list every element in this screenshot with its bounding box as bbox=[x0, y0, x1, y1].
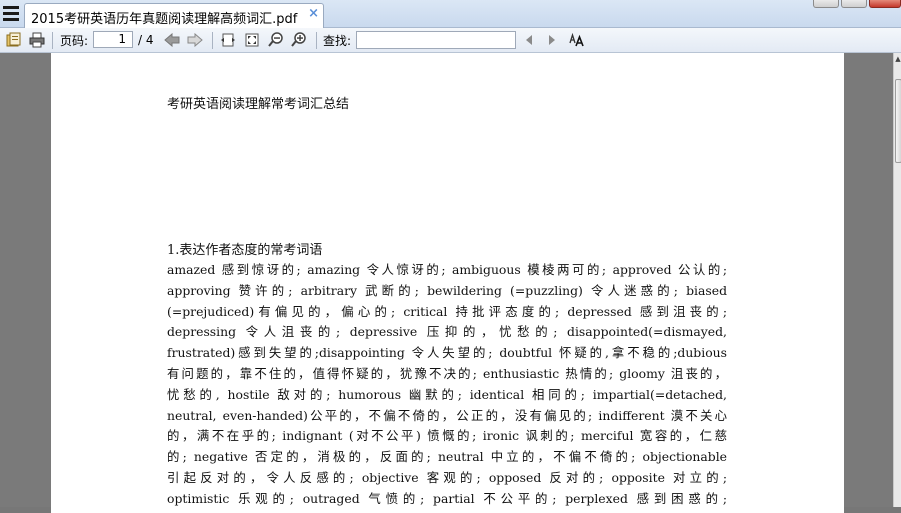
tab-document[interactable]: 2015考研英语历年真题阅读理解高频词汇.pdf × bbox=[24, 3, 324, 28]
text-line: 引起反对的，令人反感的; objective 客观的; opposed 反对的;… bbox=[167, 469, 727, 485]
fit-width-icon[interactable] bbox=[219, 32, 237, 48]
toolbar-separator bbox=[316, 32, 317, 49]
text-line: optimistic 乐观的; outraged 气愤的; partial 不公… bbox=[167, 490, 727, 506]
minimize-button[interactable] bbox=[813, 0, 839, 8]
text-line: 有问题的，靠不住的，值得怀疑的，犹豫不决的; enthusiastic 热情的;… bbox=[167, 365, 727, 381]
section-heading: 1.表达作者态度的常考词语 bbox=[167, 243, 323, 258]
page-label: 页码: bbox=[60, 33, 89, 48]
print-icon[interactable] bbox=[28, 32, 46, 48]
document-title: 考研英语阅读理解常考词汇总结 bbox=[167, 97, 350, 112]
text-line: amazed 感到惊讶的; amazing 令人惊讶的; ambiguous 模… bbox=[167, 262, 727, 277]
find-next-icon[interactable] bbox=[545, 32, 559, 48]
zoom-out-icon[interactable] bbox=[267, 32, 285, 48]
next-page-icon[interactable] bbox=[186, 32, 204, 48]
toolbar-separator bbox=[212, 32, 213, 49]
toolbar-separator bbox=[52, 32, 53, 49]
scrollbar-thumb[interactable] bbox=[895, 79, 901, 163]
zoom-in-icon[interactable] bbox=[290, 32, 308, 48]
text-line: approving 赞许的; arbitrary 武断的; bewilderin… bbox=[167, 282, 727, 298]
text-line: 忧愁的, hostile 敌对的; humorous 幽默的; identica… bbox=[167, 386, 727, 402]
find-previous-icon[interactable] bbox=[522, 32, 536, 48]
document-viewer[interactable]: 考研英语阅读理解常考词汇总结 1.表达作者态度的常考词语 amazed 感到惊讶… bbox=[0, 53, 901, 513]
title-bar: 2015考研英语历年真题阅读理解高频词汇.pdf × bbox=[0, 0, 901, 28]
text-line: neutral, even-handed)公平的，不偏不倚的，公正的，没有偏见的… bbox=[167, 407, 727, 423]
text-line: 的，满不在乎的; indignant (对不公平) 愤慨的; ironic 讽刺… bbox=[167, 428, 727, 444]
tab-close-icon[interactable]: × bbox=[308, 6, 319, 21]
fit-page-icon[interactable] bbox=[243, 32, 261, 48]
body-text: amazed 感到惊讶的; amazing 令人惊讶的; ambiguous 模… bbox=[167, 260, 727, 510]
match-case-icon[interactable] bbox=[569, 32, 585, 48]
toolbar: 页码: 1 / 4 查找: bbox=[0, 28, 901, 53]
close-window-button[interactable] bbox=[869, 0, 901, 8]
menu-icon[interactable] bbox=[3, 6, 19, 21]
maximize-button[interactable] bbox=[841, 0, 867, 8]
previous-page-icon[interactable] bbox=[163, 32, 181, 48]
vertical-scrollbar[interactable]: ▲ bbox=[893, 53, 901, 507]
window-controls bbox=[811, 0, 901, 8]
scroll-up-icon[interactable]: ▲ bbox=[894, 55, 901, 65]
text-line: depressing 令人沮丧的; depressive 压抑的，忧愁的; di… bbox=[167, 324, 727, 340]
text-line: 的; negative 否定的，消极的，反面的; neutral 中立的，不偏不… bbox=[167, 449, 727, 465]
text-line: (=prejudiced)有偏见的，偏心的; critical 持批评态度的; … bbox=[167, 303, 727, 319]
open-file-icon[interactable] bbox=[5, 32, 23, 48]
pdf-page: 考研英语阅读理解常考词汇总结 1.表达作者态度的常考词语 amazed 感到惊讶… bbox=[51, 53, 844, 513]
page-number-input[interactable]: 1 bbox=[93, 31, 133, 48]
page-total: / 4 bbox=[138, 33, 154, 47]
text-line: frustrated)感到失望的;disappointing 令人失望的; do… bbox=[167, 345, 727, 361]
find-input[interactable] bbox=[356, 31, 516, 49]
tab-title: 2015考研英语历年真题阅读理解高频词汇.pdf bbox=[31, 12, 298, 27]
find-label: 查找: bbox=[323, 33, 352, 48]
